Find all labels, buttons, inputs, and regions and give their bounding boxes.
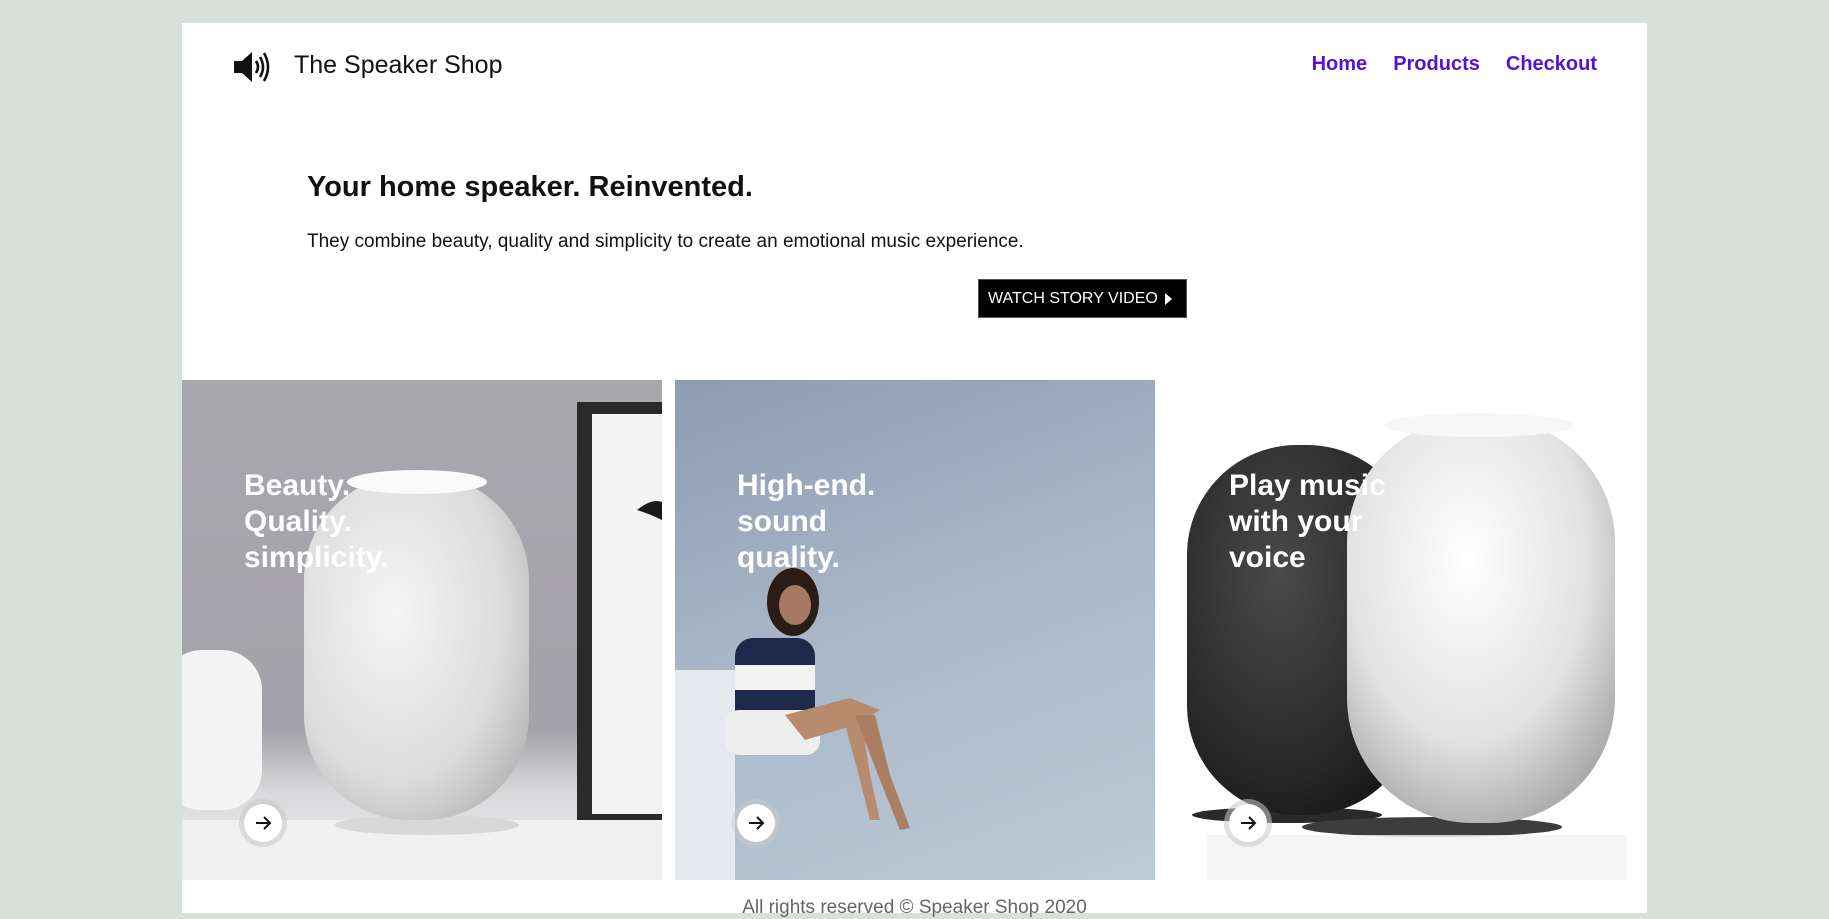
- play-triangle-icon: [1164, 292, 1172, 305]
- hero-subtitle: They combine beauty, quality and simplic…: [307, 231, 1024, 252]
- arrow-right-icon: [1241, 816, 1257, 830]
- card-headline: High-end. sound quality.: [737, 469, 876, 574]
- nav-link-home[interactable]: Home: [1312, 53, 1368, 76]
- card-arrow-button[interactable]: [737, 804, 775, 842]
- speaker-volume-icon[interactable]: [232, 49, 272, 85]
- watch-story-video-button[interactable]: WATCH STORY VIDEO: [978, 279, 1187, 318]
- watch-story-video-label: WATCH STORY VIDEO: [988, 289, 1158, 307]
- main-nav: Home Products Checkout: [1312, 53, 1597, 76]
- arrow-right-icon: [256, 816, 272, 830]
- brand-name[interactable]: The Speaker Shop: [294, 51, 502, 80]
- card-headline: Beauty. Quality. simplicity.: [244, 469, 389, 574]
- card-arrow-button[interactable]: [244, 804, 282, 842]
- nav-link-products[interactable]: Products: [1393, 53, 1480, 76]
- page-container: The Speaker Shop Home Products Checkout …: [182, 23, 1647, 918]
- hero-title: Your home speaker. Reinvented.: [307, 171, 753, 203]
- card-arrow-button[interactable]: [1229, 804, 1267, 842]
- feature-card-beauty[interactable]: Beauty. Quality. simplicity.: [182, 380, 662, 880]
- footer-copyright: All rights reserved © Speaker Shop 2020: [742, 897, 1087, 918]
- card-headline: Play music with your voice: [1229, 469, 1386, 574]
- arrow-right-icon: [749, 816, 765, 830]
- site-header: The Speaker Shop Home Products Checkout: [182, 23, 1647, 109]
- feature-card-voice[interactable]: Play music with your voice: [1167, 380, 1647, 880]
- feature-card-sound[interactable]: High-end. sound quality.: [675, 380, 1155, 880]
- nav-link-checkout[interactable]: Checkout: [1506, 53, 1597, 76]
